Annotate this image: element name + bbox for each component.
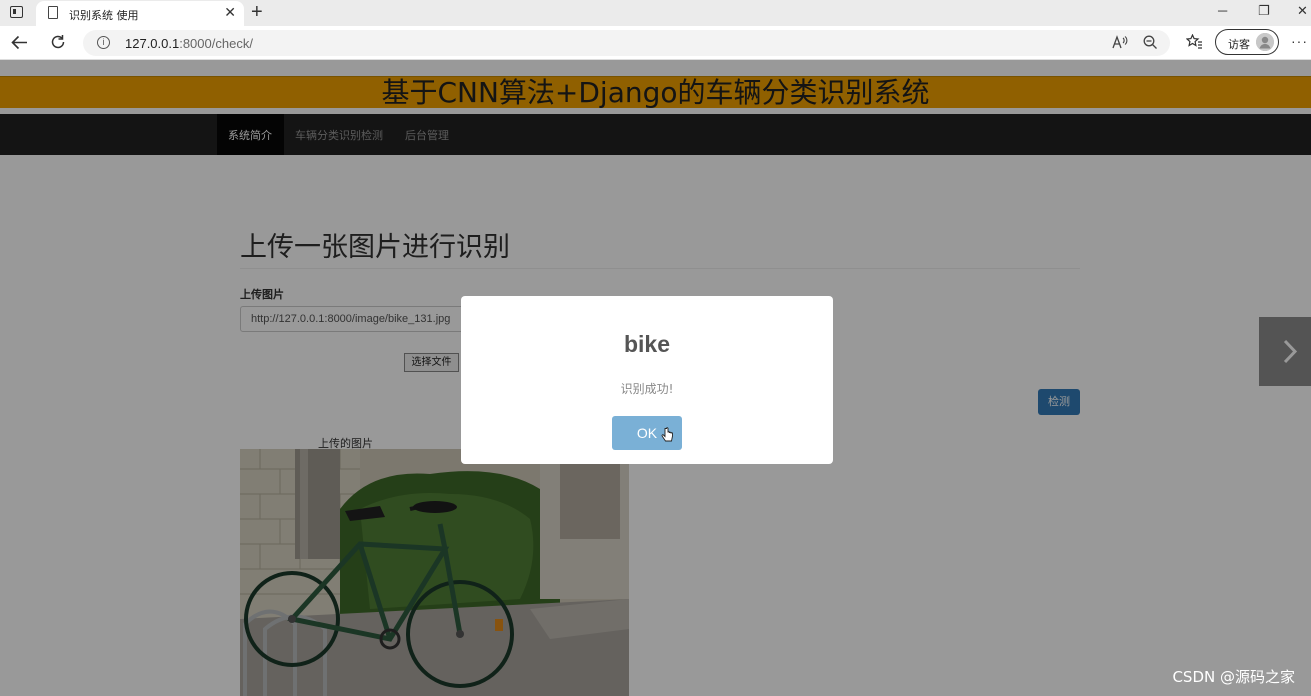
more-menu-icon[interactable]: ··· [1291, 33, 1308, 49]
web-page: 基于CNN算法+Django的车辆分类识别系统 系统简介 车辆分类识别检测 后台… [0, 60, 1311, 696]
profile-button[interactable]: 访客 [1215, 29, 1279, 55]
page-icon [48, 6, 58, 19]
result-dialog: bike 识别成功! OK [461, 296, 833, 464]
hand-cursor-icon [661, 427, 673, 442]
watermark: CSDN @源码之家 [1172, 668, 1295, 686]
restore-icon[interactable]: ❐ [1258, 3, 1270, 19]
new-tab-button[interactable]: + [251, 1, 263, 23]
browser-tab[interactable]: 识别系统 使用 ✕ [36, 1, 244, 26]
browser-tab-bar: 识别系统 使用 ✕ + ─ ❐ ✕ [0, 0, 1311, 26]
url-bar[interactable]: i 127.0.0.1:8000/check/ [83, 30, 1170, 56]
info-icon[interactable]: i [97, 36, 110, 49]
tab-actions-icon[interactable] [10, 6, 23, 18]
tab-title: 识别系统 使用 [69, 9, 139, 22]
tab-close-icon[interactable]: ✕ [224, 4, 236, 21]
avatar-icon [1256, 33, 1274, 51]
close-window-icon[interactable]: ✕ [1297, 3, 1308, 19]
address-toolbar: i 127.0.0.1:8000/check/ 访客 ··· [0, 26, 1311, 60]
minimize-icon[interactable]: ─ [1218, 3, 1227, 18]
refresh-icon[interactable] [50, 34, 66, 50]
guest-label: 访客 [1228, 38, 1250, 51]
dialog-title: bike [623, 331, 671, 357]
dialog-message: 识别成功! [620, 382, 674, 396]
url-text[interactable]: 127.0.0.1:8000/check/ [125, 36, 253, 51]
read-aloud-icon[interactable] [1112, 35, 1128, 49]
back-icon[interactable] [11, 35, 28, 50]
zoom-out-icon[interactable] [1143, 35, 1158, 50]
favorites-icon[interactable] [1186, 34, 1203, 50]
